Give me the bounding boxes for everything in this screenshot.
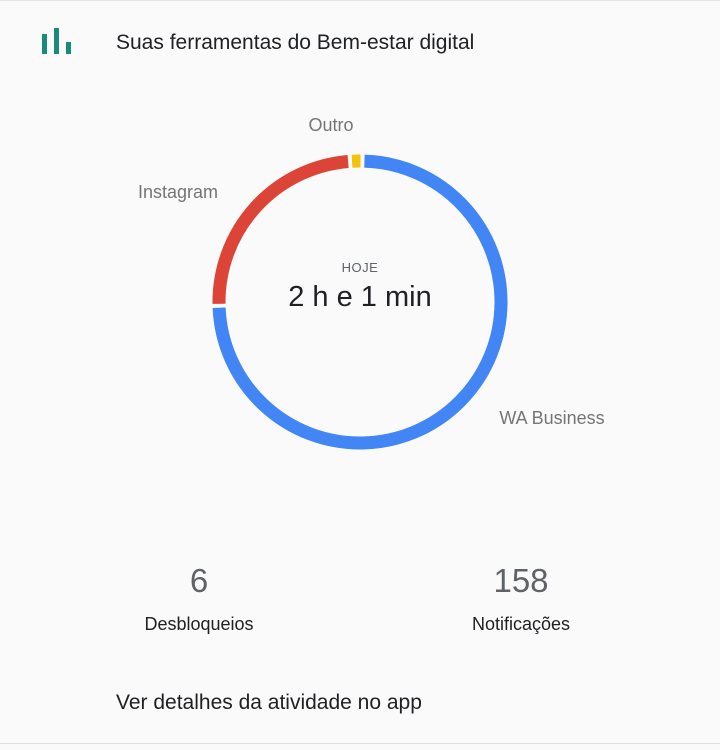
notifications-label: Notificações [471, 614, 571, 634]
unlocks-stat: 6 Desbloqueios [69, 559, 329, 637]
view-activity-details-text: Ver detalhes da atividade no app [116, 691, 422, 714]
unlocks-count: 6 [189, 562, 209, 599]
digital-wellbeing-card: Suas ferramentas do Bem-estar digital WA… [0, 0, 720, 750]
bar-chart-icon [42, 25, 74, 57]
donut-label-instagram: Instagram [138, 182, 218, 202]
unlocks-label: Desbloqueios [144, 614, 254, 634]
card-title: Suas ferramentas do Bem-estar digital [116, 31, 475, 54]
usage-donut-chart[interactable]: WA Business Instagram Outro HOJE 2 h e 1 m… [0, 85, 720, 505]
donut-center-value: 2 h e 1 min [288, 281, 432, 313]
notifications-stat: 158 Notificações [391, 559, 651, 637]
notifications-count: 158 [493, 562, 549, 599]
bottom-divider [0, 743, 720, 744]
donut-label-wa-business: WA Business [499, 408, 604, 428]
view-activity-details-link[interactable]: Ver detalhes da atividade no app [0, 677, 720, 733]
donut-center-label: HOJE [341, 260, 379, 275]
donut-label-outro: Outro [308, 115, 353, 135]
card-header[interactable]: Suas ferramentas do Bem-estar digital [0, 1, 720, 85]
